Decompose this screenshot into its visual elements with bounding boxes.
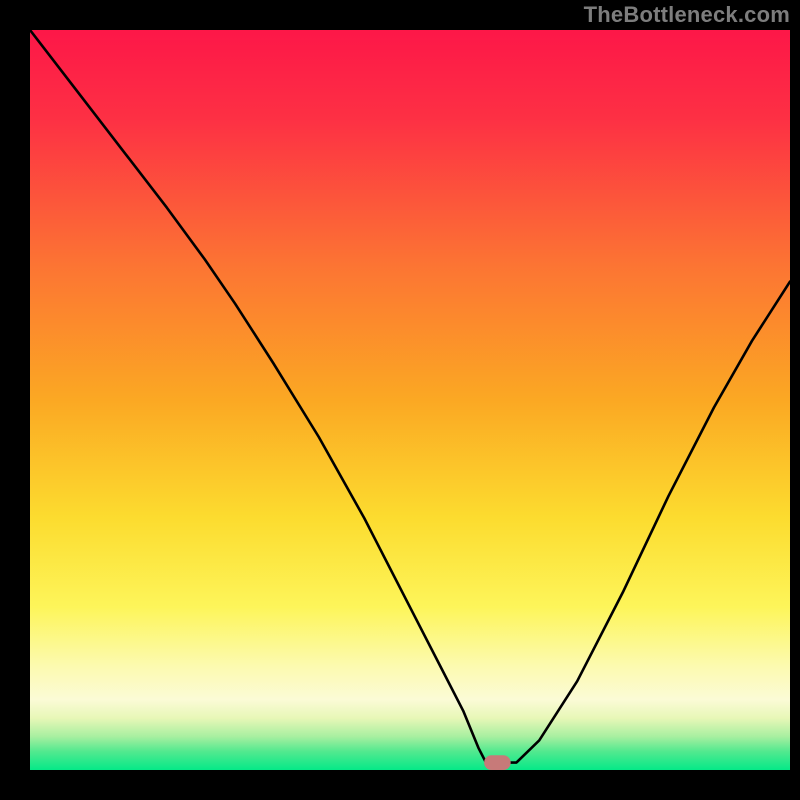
chart-svg	[30, 30, 790, 770]
optimal-point-marker	[484, 755, 511, 770]
plot-area	[30, 30, 790, 770]
chart-frame: TheBottleneck.com	[0, 0, 800, 800]
gradient-background	[30, 30, 790, 770]
watermark-text: TheBottleneck.com	[584, 2, 790, 28]
